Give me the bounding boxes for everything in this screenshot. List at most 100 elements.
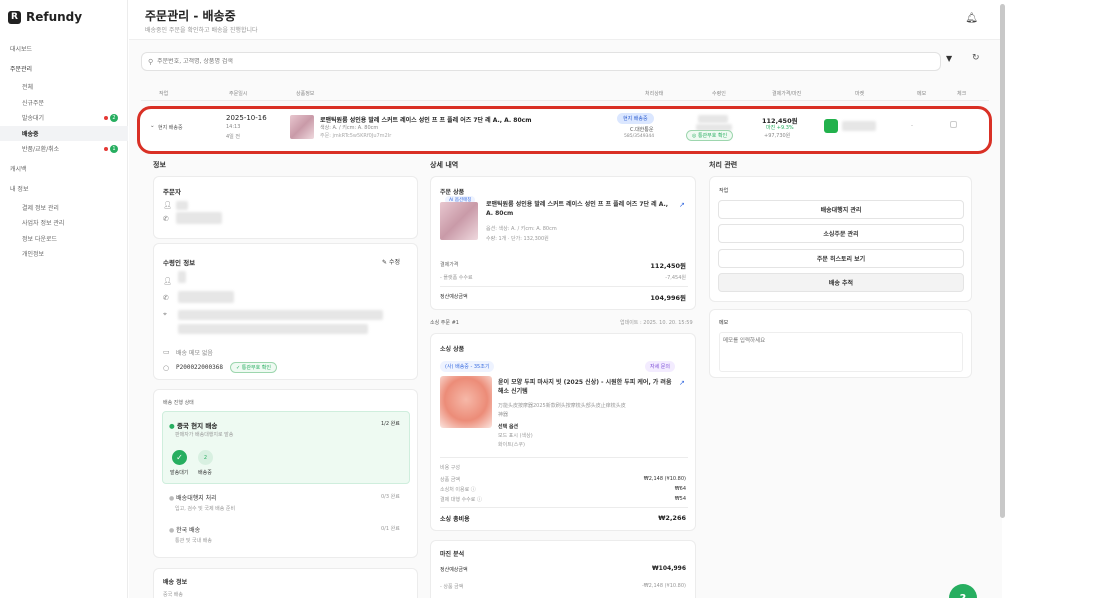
sidebar-item-personal[interactable]: 개인정보 (0, 246, 128, 262)
expand-chevron-icon[interactable]: ⌄ (150, 123, 155, 129)
source-product-card: 소싱 상품 (사) 배송중 - 35조기 자세 문의 윤이 모양 두피 마사지 … (430, 333, 696, 531)
external-link-icon[interactable]: ↗ (679, 201, 685, 209)
cost-value: ₩54 (674, 496, 686, 502)
step-3-title: ● 한국 배송 (169, 525, 200, 534)
sidebar-nav: 대시보드 주문관리 전체 신규주문 발송대기 2 배송중 반품/교환/취소 1 … (0, 38, 128, 262)
margin-amount: +97,730원 (764, 133, 791, 139)
payment-value: 112,450원 (650, 262, 686, 270)
step-3-desc: 통관 및 국내 배송 (175, 538, 212, 544)
sidebar-item-new[interactable]: 신규주문 (0, 95, 128, 111)
cost-label: 결제 대행 수수료 ⓘ (440, 497, 482, 503)
sidebar-item-waiting[interactable]: 발송대기 2 (0, 110, 128, 126)
count-badge: 2 (110, 114, 118, 122)
sidebar-item-returns[interactable]: 반품/교환/취소 1 (0, 141, 128, 157)
customs-badge: ✓ 통관부호 확인 (230, 362, 277, 373)
message-icon: ▭ (163, 348, 170, 356)
carrier: C.대한통운 (630, 127, 654, 133)
divider (440, 457, 688, 458)
customs-code: P200022000368 (176, 364, 223, 371)
user-icon: 👤︎ (163, 277, 172, 285)
delivery-note: 배송 메모 없음 (176, 350, 213, 357)
detail-inquiry-tag[interactable]: 자세 문의 (645, 361, 675, 372)
col-market: 마켓 (855, 91, 865, 97)
history-button[interactable]: 주문 히스토리 보기 (718, 249, 964, 268)
buyer-name (176, 201, 188, 210)
recipient-name (698, 115, 728, 123)
edit-button[interactable]: ✎ 수정 (382, 257, 400, 266)
shipping-title: 배송 정보 (163, 579, 188, 586)
row-checkbox[interactable] (950, 121, 957, 128)
tracking-button[interactable]: 배송 추적 (718, 273, 964, 292)
sourcing-order-button[interactable]: 소싱주문 관리 (718, 224, 964, 243)
sidebar-item-label: 신규주문 (22, 99, 45, 107)
source-cn-2: 神器 (498, 412, 509, 418)
margin-value: -₩2,148 (¥10.80) (641, 583, 686, 589)
action-label: 현지 배송중 (158, 125, 183, 131)
recipient-title: 수령인 정보 (163, 259, 196, 267)
memo-card: 메모 (709, 309, 972, 378)
refresh-icon[interactable]: ↻ (972, 53, 980, 63)
sidebar-item-label: 배송중 (22, 130, 39, 138)
recipient-phone (178, 291, 234, 303)
step-number: 2 (198, 450, 213, 465)
sidebar-item-shipping[interactable]: 배송중 (0, 125, 128, 141)
qty-price: 수량: 1개 · 단가: 132,300원 (486, 236, 549, 242)
margin-label: - 상품 금액 (440, 584, 464, 590)
product-option: 옵션: 색상: A. / 키cm: A. 80cm (486, 226, 557, 232)
logo-icon: R (8, 10, 21, 24)
source-name: 윤이 모양 두피 마사지 빗 (2025 신상) - 시원한 두피 케어, 가 … (498, 379, 672, 395)
sidebar-item-payment[interactable]: 결제 정보 관리 (0, 200, 128, 216)
product-thumbnail (290, 115, 314, 139)
table-row[interactable]: ⌄ 현지 배송중 2025-10-16 14:13 4일 전 로맨틱원룸 성인용… (137, 106, 992, 154)
user-icon: 👤︎ (163, 201, 172, 209)
forwarder-button[interactable]: 배송대행지 관리 (718, 200, 964, 219)
page-title: 주문관리 - 배송중 (145, 9, 236, 23)
recipient-address-2 (178, 324, 368, 334)
settle-label: 정산예상금액 (440, 294, 468, 300)
pencil-icon: ✎ (382, 259, 389, 266)
work-card: 작업 배송대행지 관리 소싱주문 관리 주문 히스토리 보기 배송 추적 (709, 176, 972, 302)
fee-label: - 플랫폼 수수료 (440, 275, 473, 281)
order-time: 14:13 (226, 124, 241, 130)
bell-icon[interactable]: 🔔︎ (965, 13, 978, 24)
cost-total-value: ₩2,266 (658, 514, 686, 522)
substep-label: 발송대기 (170, 470, 189, 476)
col-product: 상품정보 (296, 91, 315, 97)
customs-badge-label: 통관부호 확인 (241, 365, 271, 371)
market-logo-icon (824, 119, 838, 133)
filter-icon[interactable]: ▼ (946, 54, 952, 63)
sidebar-item-cashback[interactable]: 캐시백 (0, 161, 128, 177)
sidebar-item-all[interactable]: 전체 (0, 79, 128, 95)
product-option: 색상: A. / 키cm: A. 80cm (320, 125, 379, 131)
settle-value: 104,996원 (650, 294, 686, 302)
divider (440, 507, 688, 508)
product-thumbnail (440, 202, 478, 240)
product-title: 로맨틱원룸 성인용 발레 스커트 레이스 성인 프 프 플레 어즈 7단 레 A… (320, 117, 532, 124)
recipient-card: 수령인 정보 ✎ 수정 👤︎ ✆ ⌖ ▭ 배송 메모 없음 ○ P2000220… (153, 243, 418, 380)
sidebar-item-orders[interactable]: 주문관리 (0, 60, 128, 76)
sidebar-item-myinfo[interactable]: 내 정보 (0, 181, 128, 197)
help-icon: ? (959, 591, 967, 598)
col-price: 결제가격/마진 (772, 91, 802, 97)
scrollbar[interactable] (1000, 4, 1005, 518)
source-date: 업데이트 : 2025. 10. 20. 15:59 (620, 320, 693, 326)
order-product-card: 주문 상품 AI 옵션매칭 로맨틱원룸 성인용 발레 스커트 레이스 성인 프 … (430, 176, 696, 310)
memo-input[interactable] (719, 332, 963, 372)
sidebar-item-download[interactable]: 정보 다운로드 (0, 231, 128, 247)
step-title: 중국 현지 배송 (176, 422, 218, 430)
sidebar-item-label: 반품/교환/취소 (22, 146, 60, 154)
margin-label: 정산예상금액 (440, 567, 468, 573)
sidebar-item-dashboard[interactable]: 대시보드 (0, 40, 128, 56)
search-input[interactable] (157, 58, 858, 65)
logo[interactable]: R Refundy (8, 10, 82, 24)
external-link-icon[interactable]: ↗ (679, 379, 685, 387)
main-content: 주문관리 - 배송중 배송중인 주문을 확인하고 배송을 진행합니다 🔔︎ ⚲ … (129, 0, 1002, 598)
col-recipient: 수령인 (712, 91, 726, 97)
table-header: 작업 주문일시 상품정보 처리상태 수령인 결제가격/마진 마켓 메모 체크 (141, 87, 989, 101)
check-circle-icon: ✓ (172, 450, 187, 465)
sidebar-item-label: 발송대기 (22, 115, 45, 123)
sidebar-item-business[interactable]: 사업자 정보 관리 (0, 215, 128, 231)
step-title: 한국 배송 (176, 527, 201, 534)
cost-title: 비용 구성 (440, 465, 460, 471)
cost-total-label: 소싱 총비용 (440, 516, 470, 523)
